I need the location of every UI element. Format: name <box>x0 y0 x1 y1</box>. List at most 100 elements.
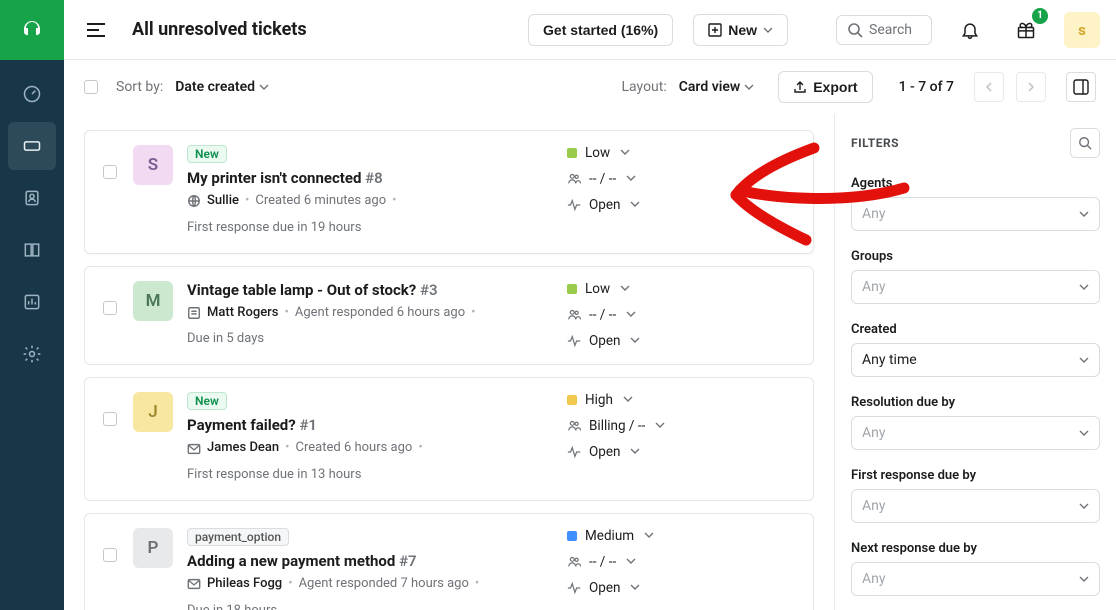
status-new-tag: New <box>187 145 227 163</box>
ticket-card[interactable]: J New Payment failed? #1 James Dean •Cre… <box>84 377 814 501</box>
ticket-title[interactable]: Adding a new payment method #7 <box>187 552 553 570</box>
chevron-down-icon <box>1079 501 1089 511</box>
ticket-card[interactable]: P payment_option Adding a new payment me… <box>84 513 814 610</box>
new-button[interactable]: New <box>693 14 788 46</box>
toggle-filters-panel[interactable] <box>1066 72 1096 102</box>
nav-dashboard[interactable] <box>8 70 56 118</box>
priority-dropdown[interactable]: Medium <box>567 528 797 544</box>
pulse-icon <box>567 334 581 348</box>
filter-label-agents: Agents <box>851 176 1100 191</box>
chevron-down-icon <box>1079 574 1089 584</box>
global-search[interactable]: Search <box>836 15 932 45</box>
filter-resolution-select[interactable]: Any <box>851 416 1100 450</box>
export-button[interactable]: Export <box>778 71 872 103</box>
page-title: All unresolved tickets <box>132 19 307 40</box>
priority-dropdown[interactable]: Low <box>567 281 797 297</box>
priority-dropdown[interactable]: Low <box>567 145 797 161</box>
chevron-down-icon <box>626 556 636 566</box>
get-started-button[interactable]: Get started (16%) <box>528 14 673 46</box>
nav-analytics[interactable] <box>8 278 56 326</box>
pulse-icon <box>567 198 581 212</box>
layout-label: Layout: <box>622 79 667 95</box>
globe-icon <box>187 194 201 208</box>
layout-dropdown[interactable]: Card view <box>679 79 754 95</box>
sidebar-toggle[interactable] <box>80 14 112 46</box>
status-dropdown[interactable]: Open <box>567 444 797 460</box>
search-icon <box>1078 136 1092 150</box>
chevron-down-icon <box>655 420 665 430</box>
page-prev[interactable] <box>974 72 1004 102</box>
email-icon <box>187 577 201 591</box>
users-icon <box>567 172 581 186</box>
ticket-number: #8 <box>365 169 383 187</box>
group-dropdown[interactable]: -- / -- <box>567 554 797 570</box>
priority-indicator <box>567 395 577 405</box>
nav-settings[interactable] <box>8 330 56 378</box>
filter-first-response-select[interactable]: Any <box>851 489 1100 523</box>
priority-dropdown[interactable]: High <box>567 392 797 408</box>
status-dropdown[interactable]: Open <box>567 197 797 213</box>
group-dropdown[interactable]: Billing / -- <box>567 418 797 434</box>
side-nav <box>0 0 64 610</box>
form-icon <box>187 306 201 320</box>
filters-panel: FILTERS Agents Any Groups Any Created An… <box>834 114 1116 610</box>
filters-title: FILTERS <box>851 136 899 150</box>
list-control-bar: Sort by: Date created Layout: Card view … <box>64 60 1116 114</box>
filter-created-select[interactable]: Any time <box>851 343 1100 377</box>
chevron-down-icon <box>630 582 640 592</box>
ticket-title[interactable]: My printer isn't connected #8 <box>187 169 553 187</box>
chevron-down-icon <box>630 446 640 456</box>
sortby-label: Sort by: <box>116 79 163 95</box>
ticket-title[interactable]: Vintage table lamp - Out of stock? #3 <box>187 281 553 299</box>
topic-tag: payment_option <box>187 528 289 546</box>
user-avatar[interactable]: s <box>1064 12 1100 48</box>
requester-name: Phileas Fogg <box>207 574 282 595</box>
brand-logo[interactable] <box>0 0 64 60</box>
email-icon <box>187 442 201 456</box>
status-dropdown[interactable]: Open <box>567 580 797 596</box>
filter-search-button[interactable] <box>1070 128 1100 158</box>
select-all-checkbox[interactable] <box>84 80 98 94</box>
ticket-avatar: J <box>133 392 173 432</box>
users-icon <box>567 555 581 569</box>
ticket-card[interactable]: S New My printer isn't connected #8 Sull… <box>84 130 814 254</box>
search-placeholder: Search <box>869 22 912 38</box>
requester-name: Matt Rogers <box>207 303 278 324</box>
group-dropdown[interactable]: -- / -- <box>567 307 797 323</box>
chevron-down-icon <box>620 283 630 293</box>
nav-tickets[interactable] <box>8 122 56 170</box>
ticket-card[interactable]: M Vintage table lamp - Out of stock? #3 … <box>84 266 814 366</box>
page-next[interactable] <box>1016 72 1046 102</box>
chevron-down-icon <box>630 335 640 345</box>
requester-name: Sullie <box>207 191 239 212</box>
chevron-down-icon <box>630 199 640 209</box>
filter-label-next-response: Next response due by <box>851 541 1100 556</box>
ticket-checkbox[interactable] <box>103 548 117 562</box>
ticket-checkbox[interactable] <box>103 165 117 179</box>
group-dropdown[interactable]: -- / -- <box>567 171 797 187</box>
status-new-tag: New <box>187 392 227 410</box>
filter-agents-select[interactable]: Any <box>851 197 1100 231</box>
filter-next-response-select[interactable]: Any <box>851 562 1100 596</box>
notifications-bell[interactable] <box>952 12 988 48</box>
ticket-checkbox[interactable] <box>103 301 117 315</box>
nav-contacts[interactable] <box>8 174 56 222</box>
ticket-checkbox[interactable] <box>103 412 117 426</box>
gift-button[interactable]: 1 <box>1008 12 1044 48</box>
chevron-down-icon <box>623 394 633 404</box>
chevron-down-icon <box>1079 282 1089 292</box>
chevron-down-icon <box>626 173 636 183</box>
status-dropdown[interactable]: Open <box>567 333 797 349</box>
ticket-list: S New My printer isn't connected #8 Sull… <box>64 114 834 610</box>
chevron-down-icon <box>744 82 754 92</box>
nav-solutions[interactable] <box>8 226 56 274</box>
chevron-down-icon <box>1079 428 1089 438</box>
priority-indicator <box>567 148 577 158</box>
users-icon <box>567 419 581 433</box>
filter-groups-select[interactable]: Any <box>851 270 1100 304</box>
chevron-down-icon <box>644 530 654 540</box>
ticket-number: #3 <box>420 281 438 299</box>
sortby-dropdown[interactable]: Date created <box>175 79 269 95</box>
requester-name: James Dean <box>207 438 279 459</box>
ticket-title[interactable]: Payment failed? #1 <box>187 416 553 434</box>
